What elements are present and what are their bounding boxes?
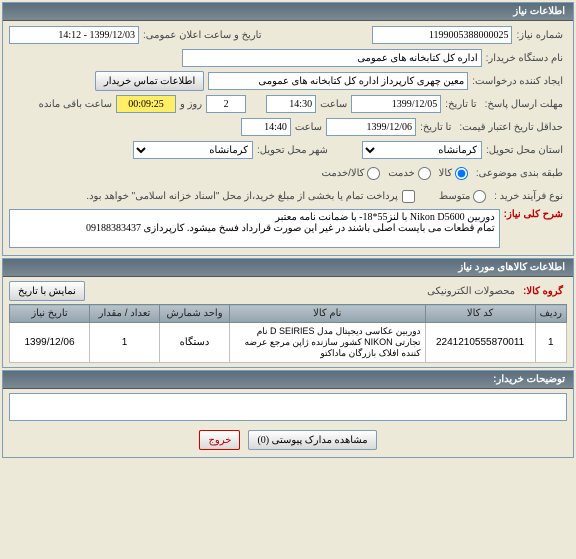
treasury-checkbox[interactable]: [402, 190, 415, 203]
group-value: محصولات الکترونیکی: [423, 286, 519, 297]
creator-input[interactable]: [208, 72, 468, 90]
cell-code: 2241210555870011: [425, 323, 535, 363]
group-label: گروه کالا:: [519, 286, 567, 297]
price-date-input[interactable]: [326, 118, 416, 136]
col-row: ردیف: [535, 305, 566, 323]
deliver-prov-label: استان محل تحویل:: [482, 145, 567, 156]
time-label-1: ساعت: [316, 99, 351, 110]
radio-kala-khadamat[interactable]: [367, 167, 380, 180]
reply-time-input[interactable]: [266, 95, 316, 113]
radio-medium[interactable]: [473, 190, 486, 203]
radio-kk-label[interactable]: کالا/خدمت: [318, 167, 385, 180]
buy-type-label: نوع فرآیند خرید :: [490, 191, 567, 202]
deliver-prov-select[interactable]: کرمانشاه: [362, 141, 482, 159]
deadline-until-label: تا تاریخ:: [441, 99, 480, 110]
radio-medium-label[interactable]: متوسط: [435, 190, 490, 203]
price-valid-until: تا تاریخ:: [416, 122, 455, 133]
items-panel: اطلاعات کالاهای مورد نیاز گروه کالا: محص…: [2, 258, 574, 368]
reply-deadline-label: مهلت ارسال پاسخ:: [481, 99, 567, 110]
remain-days-input: [206, 95, 246, 113]
items-table: ردیف کد کالا نام کالا واحد شمارش تعداد /…: [9, 304, 567, 363]
items-header: اطلاعات کالاهای مورد نیاز: [3, 259, 573, 277]
remain-days-unit: روز و: [176, 99, 206, 110]
deliver-city-label: شهر محل تحویل:: [253, 145, 332, 156]
time-label-2: ساعت: [291, 122, 326, 133]
price-valid-label: حداقل تاریخ اعتبار قیمت:: [455, 122, 567, 133]
cell-row: 1: [535, 323, 566, 363]
col-date: تاریخ نیاز: [10, 305, 90, 323]
creator-label: ایجاد کننده درخواست:: [468, 76, 567, 87]
need-info-panel: اطلاعات نیاز شماره نیاز: تاریخ و ساعت اع…: [2, 2, 574, 256]
col-code: کد کالا: [425, 305, 535, 323]
close-button[interactable]: خروج: [199, 430, 240, 450]
treasury-note: پرداخت تمام یا بخشی از مبلغ خرید،از محل …: [82, 191, 402, 202]
desc-textarea[interactable]: [9, 209, 500, 248]
announce-label: تاریخ و ساعت اعلان عمومی:: [139, 30, 266, 41]
org-label: نام دستگاه خریدار:: [482, 53, 567, 64]
col-unit: واحد شمارش: [160, 305, 230, 323]
radio-kala[interactable]: [455, 167, 468, 180]
radio-khadamat-label[interactable]: خدمت: [384, 167, 434, 180]
remain-time-input: [116, 95, 176, 113]
need-no-label: شماره نیاز:: [512, 30, 567, 41]
cell-name: دوربین عکاسی دیجیتال مدل D SEIRIES نام ت…: [230, 323, 426, 363]
buyer-notes-header: توضیحات خریدار:: [3, 371, 573, 389]
buyer-notes-panel: توضیحات خریدار: مشاهده مدارک پیوستی (0) …: [2, 370, 574, 458]
attachments-button[interactable]: مشاهده مدارک پیوستی (0): [248, 430, 376, 450]
desc-label: شرح کلی نیاز:: [500, 209, 567, 220]
cell-date: 1399/12/06: [10, 323, 90, 363]
budget-label: طبقه بندی موضوعی:: [472, 168, 567, 179]
price-time-input[interactable]: [241, 118, 291, 136]
announce-input[interactable]: [9, 26, 139, 44]
need-info-header: اطلاعات نیاز: [3, 3, 573, 21]
buyer-notes-textarea[interactable]: [9, 393, 567, 421]
cell-unit: دستگاه: [160, 323, 230, 363]
show-date-button[interactable]: نمایش با تاریخ: [9, 281, 85, 301]
col-qty: تعداد / مقدار: [90, 305, 160, 323]
remain-time-unit: ساعت باقی مانده: [35, 99, 116, 110]
contact-buyer-button[interactable]: اطلاعات تماس خریدار: [95, 71, 204, 91]
radio-khadamat[interactable]: [418, 167, 431, 180]
reply-date-input[interactable]: [351, 95, 441, 113]
deliver-city-select[interactable]: کرمانشاه: [133, 141, 253, 159]
table-row[interactable]: 1 2241210555870011 دوربین عکاسی دیجیتال …: [10, 323, 567, 363]
org-input[interactable]: [182, 49, 482, 67]
radio-kala-label[interactable]: کالا: [435, 167, 472, 180]
cell-qty: 1: [90, 323, 160, 363]
need-no-input[interactable]: [372, 26, 512, 44]
col-name: نام کالا: [230, 305, 426, 323]
